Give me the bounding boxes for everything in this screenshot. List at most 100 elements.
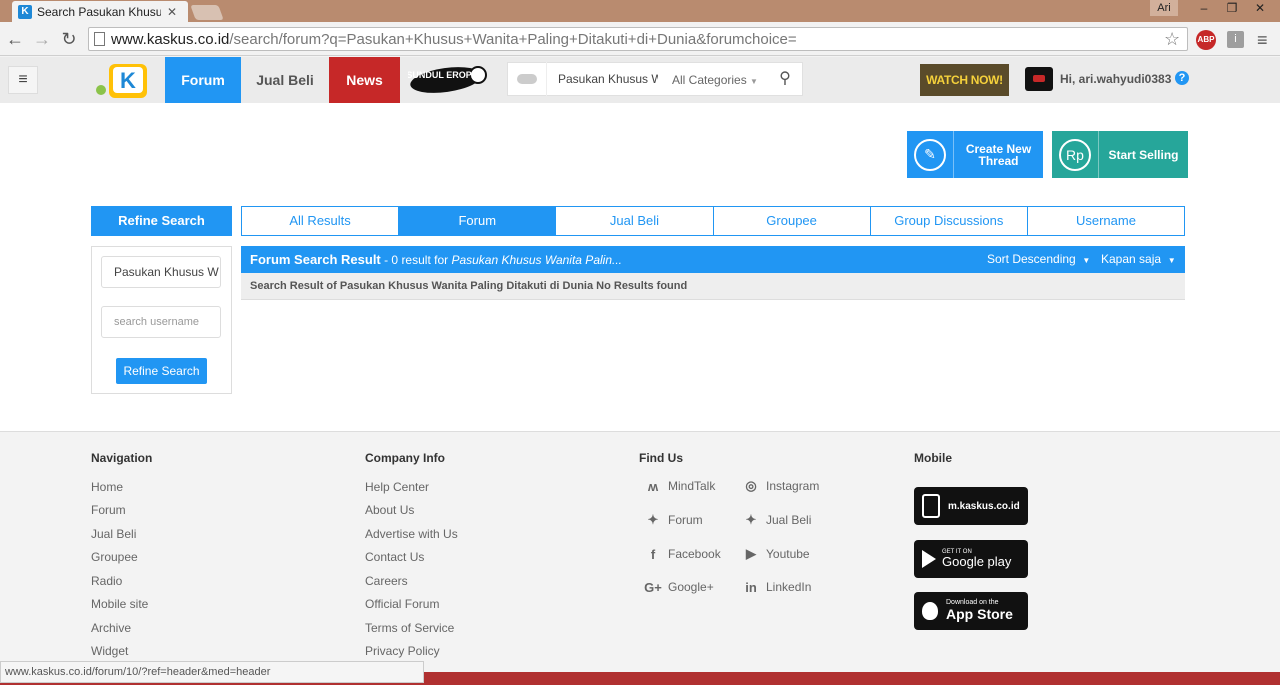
social-linkedin-label: LinkedIn	[766, 580, 812, 594]
sort-dropdown[interactable]: Sort Descending ▼	[987, 246, 1090, 273]
footer-link-contact-us[interactable]: Contact Us	[365, 550, 424, 564]
app-store-button[interactable]: Download on the App Store	[914, 592, 1028, 630]
url-host: www.kaskus.co.id	[111, 30, 230, 48]
minimize-icon[interactable]: –	[1190, 0, 1218, 16]
social-jual-beli[interactable]: ✦ Jual Beli	[742, 511, 812, 529]
footer-link-privacy[interactable]: Privacy Policy	[365, 644, 440, 658]
footer-link-jual-beli[interactable]: Jual Beli	[91, 527, 136, 541]
chevron-down-icon: ▼	[750, 77, 758, 86]
social-google-label: Google+	[668, 580, 714, 594]
tab-jual-beli[interactable]: Jual Beli	[556, 207, 714, 235]
youtube-icon: ▶	[746, 546, 756, 561]
reload-icon[interactable]: ↻	[58, 29, 80, 49]
adblock-icon[interactable]: ABP	[1196, 30, 1216, 50]
time-label: Kapan saja	[1101, 252, 1162, 266]
footer-link-radio[interactable]: Radio	[91, 574, 122, 588]
create-thread-button[interactable]: ✎ Create New Thread	[907, 131, 1043, 178]
header-search-input[interactable]: Pasukan Khusus W	[546, 62, 658, 96]
footer-findus-title: Find Us	[639, 451, 683, 465]
pencil-icon: ✎	[914, 138, 946, 171]
nav-forum[interactable]: Forum	[165, 57, 241, 103]
refine-search-title: Refine Search	[91, 206, 232, 236]
footer-link-help-center[interactable]: Help Center	[365, 480, 429, 494]
tab-group-discussions[interactable]: Group Discussions	[871, 207, 1028, 235]
watch-now-banner[interactable]: WATCH NOW!	[920, 64, 1009, 96]
search-icon[interactable]: ⚲	[768, 62, 802, 96]
profile-user[interactable]: Ari	[1150, 0, 1178, 16]
no-result-message: Search Result of Pasukan Khusus Wanita P…	[241, 273, 1185, 300]
social-facebook-label: Facebook	[668, 547, 721, 561]
social-jual-beli-label: Jual Beli	[766, 513, 812, 527]
sundul-logo-text: SUNDUL EROPA	[408, 70, 478, 80]
new-tab-button[interactable]	[190, 5, 224, 20]
google-play-icon	[922, 550, 936, 568]
footer-link-terms[interactable]: Terms of Service	[365, 621, 454, 635]
social-forum[interactable]: ✦ Forum	[644, 511, 703, 529]
back-icon[interactable]: ←	[4, 29, 26, 49]
footer-link-forum[interactable]: Forum	[91, 503, 126, 517]
window-close-icon[interactable]: ✕	[1246, 0, 1274, 16]
close-tab-icon[interactable]: ✕	[167, 5, 177, 19]
category-select[interactable]: All Categories ▼	[662, 62, 762, 96]
result-title: Forum Search Result	[250, 252, 381, 267]
user-greeting[interactable]: Hi, ari.wahyudi0383	[1060, 72, 1171, 86]
browser-tab[interactable]: K Search Pasukan Khusus W ✕	[12, 1, 188, 22]
bookmark-star-icon[interactable]: ☆	[1164, 29, 1180, 50]
footer-link-groupee[interactable]: Groupee	[91, 550, 138, 564]
rupiah-icon: Rp	[1059, 138, 1091, 171]
page-icon	[94, 32, 105, 46]
social-mindtalk[interactable]: ʍ MindTalk	[644, 477, 715, 495]
social-forum-label: Forum	[668, 513, 703, 527]
extension-icon[interactable]: i	[1227, 31, 1244, 48]
address-bar[interactable]: www.kaskus.co.id/search/forum?q=Pasukan+…	[88, 27, 1188, 51]
footer-link-official-forum[interactable]: Official Forum	[365, 597, 439, 611]
tab-forum[interactable]: Forum	[399, 207, 557, 235]
footer-link-archive[interactable]: Archive	[91, 621, 131, 635]
social-linkedin[interactable]: in LinkedIn	[742, 578, 811, 596]
nav-jual-beli[interactable]: Jual Beli	[241, 57, 329, 103]
footer-link-about-us[interactable]: About Us	[365, 503, 414, 517]
avatar[interactable]	[1025, 67, 1053, 91]
footer-link-mobile-site[interactable]: Mobile site	[91, 597, 148, 611]
sundul-eropa-logo[interactable]: SUNDUL EROPA	[408, 62, 488, 96]
result-query: Pasukan Khusus Wanita Palin...	[451, 253, 622, 267]
status-bar-url: www.kaskus.co.id/forum/10/?ref=header&me…	[0, 661, 424, 683]
social-google-plus[interactable]: G+ Google+	[644, 578, 714, 596]
tab-groupee[interactable]: Groupee	[714, 207, 871, 235]
keyword-input[interactable]: Pasukan Khusus W	[101, 256, 221, 288]
social-instagram[interactable]: ◎ Instagram	[742, 477, 819, 495]
username-input[interactable]: search username	[101, 306, 221, 338]
social-facebook[interactable]: f Facebook	[644, 545, 721, 563]
footer-link-advertise[interactable]: Advertise with Us	[365, 527, 458, 541]
kaskus-logo[interactable]: K	[95, 60, 155, 104]
svg-text:K: K	[120, 68, 136, 93]
social-youtube[interactable]: ▶ Youtube	[742, 545, 810, 563]
refine-search-button[interactable]: Refine Search	[116, 358, 207, 384]
browser-menu-icon[interactable]: ≡	[1257, 30, 1268, 51]
result-count: - 0 result for	[380, 253, 452, 267]
restore-icon[interactable]: ❐	[1218, 0, 1246, 16]
footer-link-home[interactable]: Home	[91, 480, 123, 494]
google-play-button[interactable]: GET IT ON Google play	[914, 540, 1028, 578]
nav-news[interactable]: News	[329, 57, 400, 103]
help-icon[interactable]: ?	[1175, 71, 1189, 85]
hamburger-menu-icon[interactable]: ≡	[8, 66, 38, 94]
time-dropdown[interactable]: Kapan saja ▼	[1101, 246, 1176, 273]
forward-icon[interactable]: →	[31, 29, 53, 49]
mindtalk-icon: ʍ	[647, 478, 659, 494]
tab-username[interactable]: Username	[1028, 207, 1184, 235]
instagram-icon: ◎	[745, 478, 757, 493]
mobile-site-button[interactable]: m.kaskus.co.id	[914, 487, 1028, 525]
kaskus-favicon-icon: K	[18, 4, 32, 19]
start-selling-button[interactable]: Rp Start Selling	[1052, 131, 1188, 178]
twitter-icon: ✦	[647, 512, 659, 527]
google-big-label: Google play	[942, 554, 1012, 570]
footer-link-careers[interactable]: Careers	[365, 574, 408, 588]
google-plus-icon: G+	[644, 579, 662, 595]
footer	[0, 431, 1280, 685]
tab-title: Search Pasukan Khusus W	[37, 4, 161, 19]
chevron-down-icon: ▼	[1082, 256, 1091, 265]
sort-label: Sort Descending	[987, 252, 1076, 266]
footer-link-widget[interactable]: Widget	[91, 644, 128, 658]
tab-all-results[interactable]: All Results	[242, 207, 400, 235]
